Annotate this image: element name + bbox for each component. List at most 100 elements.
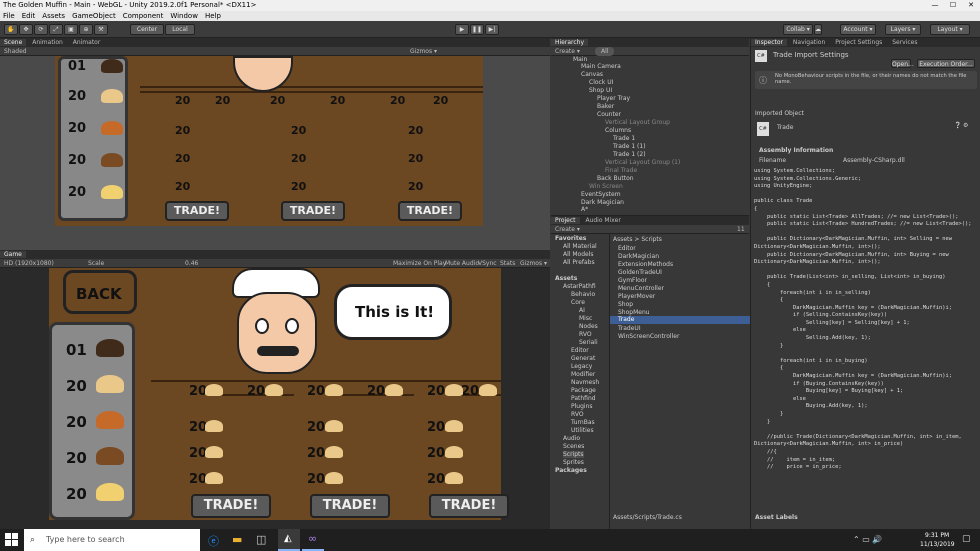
tree-item[interactable]: Trade 1 (2) [613,151,646,158]
transform-tool-icon[interactable]: ⊕ [79,24,93,35]
trade-button-3[interactable]: TRADE! [429,494,509,518]
tree-item[interactable]: A* [581,206,588,213]
file-item[interactable]: ShopMenu [618,309,650,316]
notification-icon[interactable]: ▢ [962,534,971,544]
menu-file[interactable]: File [3,12,15,20]
tree-item[interactable]: Trade 1 (1) [613,143,646,150]
unity-taskbar-icon[interactable]: ◭ [278,529,300,551]
maximize-button[interactable]: ☐ [944,0,962,11]
menu-gameobject[interactable]: GameObject [72,12,116,20]
gizmos-dropdown[interactable]: Gizmos ▾ [410,47,437,56]
tree-item[interactable]: Misc [579,315,592,322]
tree-item[interactable]: Seriali [579,339,598,346]
tree-item[interactable]: Pathfind [571,395,596,402]
tree-item[interactable]: TurnBas [571,419,595,426]
rotate-tool-icon[interactable]: ⟳ [34,24,48,35]
close-button[interactable]: ✕ [962,0,980,11]
selected-file-row[interactable]: Trade [610,316,750,324]
play-icon[interactable]: ▶ [455,24,469,35]
tree-item[interactable]: Modifier [571,371,595,378]
menu-edit[interactable]: Edit [22,12,36,20]
tree-item[interactable]: Counter [597,111,621,118]
tab-animation[interactable]: Animation [28,39,67,46]
tree-item[interactable]: RVO [579,331,592,338]
breadcrumb[interactable]: Assets > Scripts [613,236,662,243]
edge-browser-icon[interactable]: ⓔ [208,533,219,549]
tree-item[interactable]: Baker [597,103,614,110]
tree-item[interactable]: AstarPathfi [563,283,596,290]
tree-item[interactable]: Back Button [597,175,634,182]
settings-icon[interactable]: ⚙ [963,122,968,129]
tab-project-settings[interactable]: Project Settings [831,39,886,46]
assets-label[interactable]: Assets [555,275,577,282]
hierarchy-search-input[interactable]: All [595,47,615,56]
tree-item[interactable]: Behavio [571,291,595,298]
visual-studio-icon[interactable]: ∞ [302,529,324,551]
clock-date[interactable]: 11/13/2019 [920,541,955,548]
tab-inspector[interactable]: Inspector [751,39,787,46]
tree-item[interactable]: Nodes [579,323,598,330]
tree-item[interactable]: Dark Magician [581,199,624,206]
hierarchy-create-button[interactable]: Create ▾ [551,48,580,55]
tree-item[interactable]: Plugins [571,403,593,410]
execution-order-button[interactable]: Execution Order... [917,59,975,68]
menu-help[interactable]: Help [205,12,221,20]
tree-item[interactable]: Packages [555,467,587,474]
tree-item[interactable]: Main [573,56,587,63]
trade-button-2[interactable]: TRADE! [310,494,390,518]
tree-item[interactable]: Main Camera [581,63,621,70]
tree-item[interactable]: AI [579,307,585,314]
tree-item[interactable]: Utilities [571,427,594,434]
back-button[interactable]: BACK [63,270,137,314]
store-icon[interactable]: ◫ [256,533,266,546]
system-tray-icons[interactable]: ⌃ ▭ 🔊 [853,535,882,544]
move-tool-icon[interactable]: ✥ [19,24,33,35]
tree-item[interactable]: Sprites [563,459,584,466]
tree-item[interactable]: Navmesh [571,379,599,386]
windows-start-icon[interactable] [5,533,19,547]
resolution-dropdown[interactable]: HD (1920x1080) [0,260,54,267]
tree-item[interactable]: EventSystem [581,191,621,198]
tree-item[interactable]: Vertical Layout Group (1) [605,159,680,166]
project-create-button[interactable]: Create ▾ [551,226,580,233]
account-button[interactable]: Account ▾ [840,24,876,35]
tree-item[interactable]: Core [571,299,585,306]
hand-tool-icon[interactable]: ✋ [4,24,18,35]
tab-game[interactable]: Game [0,251,26,258]
step-icon[interactable]: ▶| [485,24,499,35]
tree-item[interactable]: Generat [571,355,595,362]
tree-item[interactable]: Columns [605,127,631,134]
scale-tool-icon[interactable]: ⤢ [49,24,63,35]
favorites-label[interactable]: Favorites [555,235,586,242]
tree-item[interactable]: Scenes [563,443,584,450]
game-gizmos-dropdown[interactable]: Gizmos ▾ [520,259,547,268]
clock-time[interactable]: 9:31 PM [925,532,949,539]
layout-button[interactable]: Layout ▾ [930,24,970,35]
tree-item[interactable]: Legacy [571,363,592,370]
custom-tool-icon[interactable]: ⚒ [94,24,108,35]
game-viewport[interactable]: BACK 01 20 20 20 20 This is It! 20 20 20… [0,268,550,529]
mute-audio-toggle[interactable]: Mute Audio [445,259,479,268]
file-item[interactable]: PlayerMover [618,293,655,300]
tree-item[interactable]: Audio [563,435,580,442]
tab-audio-mixer[interactable]: Audio Mixer [581,217,624,224]
tree-item[interactable]: Shop UI [589,87,612,94]
maximize-on-play-toggle[interactable]: Maximize On Play [393,259,446,268]
file-explorer-icon[interactable]: ▬ [232,533,242,546]
menu-assets[interactable]: Assets [42,12,65,20]
pivot-local-button[interactable]: Local [165,24,195,35]
tab-scene[interactable]: Scene [0,39,27,46]
collab-button[interactable]: Collab ▾ [783,24,813,35]
cloud-icon[interactable]: ☁ [814,24,822,35]
menu-component[interactable]: Component [123,12,164,20]
tree-item[interactable]: All Prefabs [563,259,595,266]
tree-item[interactable]: Editor [571,347,589,354]
file-item[interactable]: GoldenTradeUI [618,269,662,276]
scene-viewport[interactable]: 01 20 20 20 20 20 20 20 20 20 20 20 20 2… [0,56,550,250]
scale-value[interactable]: 0.46 [185,259,198,268]
help-icon[interactable]: ❔ [954,122,961,129]
tree-item[interactable]: Win Screen [589,183,623,190]
open-button[interactable]: Open... [891,59,914,68]
tab-hierarchy[interactable]: Hierarchy [551,39,589,46]
stats-toggle[interactable]: Stats [500,259,515,268]
